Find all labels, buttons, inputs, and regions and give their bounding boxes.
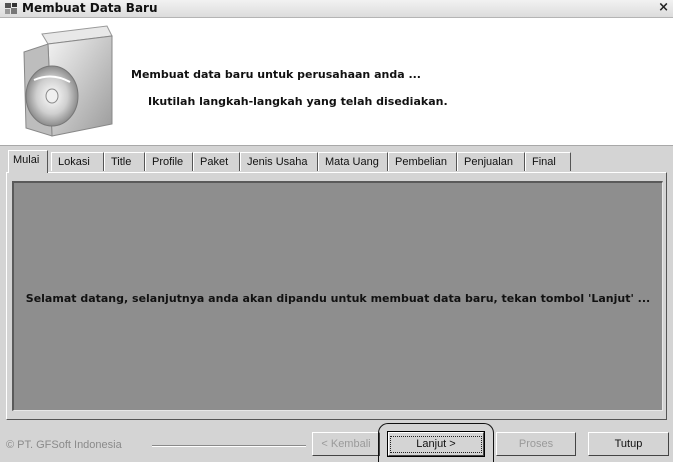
tab-pembelian[interactable]: Pembelian	[388, 152, 457, 171]
header-banner: Membuat data baru untuk perusahaan anda …	[0, 18, 673, 146]
tab-paket[interactable]: Paket	[193, 152, 240, 171]
back-button-label: < Kembali	[321, 438, 371, 450]
tab-mulai[interactable]: Mulai	[8, 150, 48, 173]
app-icon	[5, 3, 17, 14]
title-bar[interactable]: Membuat Data Baru ×	[0, 0, 673, 18]
software-box-cd-icon	[23, 25, 113, 137]
close-icon[interactable]: ×	[658, 0, 669, 15]
next-button-label: Lanjut >	[416, 438, 456, 450]
wizard-window: Membuat Data Baru × Membuat data baru un…	[0, 0, 673, 462]
tab-profile[interactable]: Profile	[145, 152, 193, 171]
copyright-label: © PT. GFSoft Indonesia	[6, 439, 122, 451]
next-button[interactable]: Lanjut >	[387, 431, 485, 457]
footer-divider	[152, 445, 306, 447]
header-subtitle: Ikutilah langkah-langkah yang telah dise…	[148, 95, 448, 108]
tab-mata-uang[interactable]: Mata Uang	[318, 152, 388, 171]
process-button[interactable]: Proses	[496, 432, 576, 456]
tab-title[interactable]: Title	[104, 152, 145, 171]
tab-penjualan[interactable]: Penjualan	[457, 152, 525, 171]
process-button-label: Proses	[518, 438, 554, 450]
tab-jenis-usaha[interactable]: Jenis Usaha	[240, 152, 318, 171]
back-button[interactable]: < Kembali	[312, 432, 380, 456]
tab-final[interactable]: Final	[525, 152, 571, 171]
header-title: Membuat data baru untuk perusahaan anda …	[131, 68, 421, 81]
close-button[interactable]: Tutup	[588, 432, 669, 456]
window-title: Membuat Data Baru	[22, 1, 158, 15]
content-panel: Selamat datang, selanjutnya anda akan di…	[12, 181, 663, 411]
tab-lokasi[interactable]: Lokasi	[51, 152, 104, 171]
welcome-message: Selamat datang, selanjutnya anda akan di…	[25, 292, 651, 305]
close-button-label: Tutup	[614, 438, 643, 450]
